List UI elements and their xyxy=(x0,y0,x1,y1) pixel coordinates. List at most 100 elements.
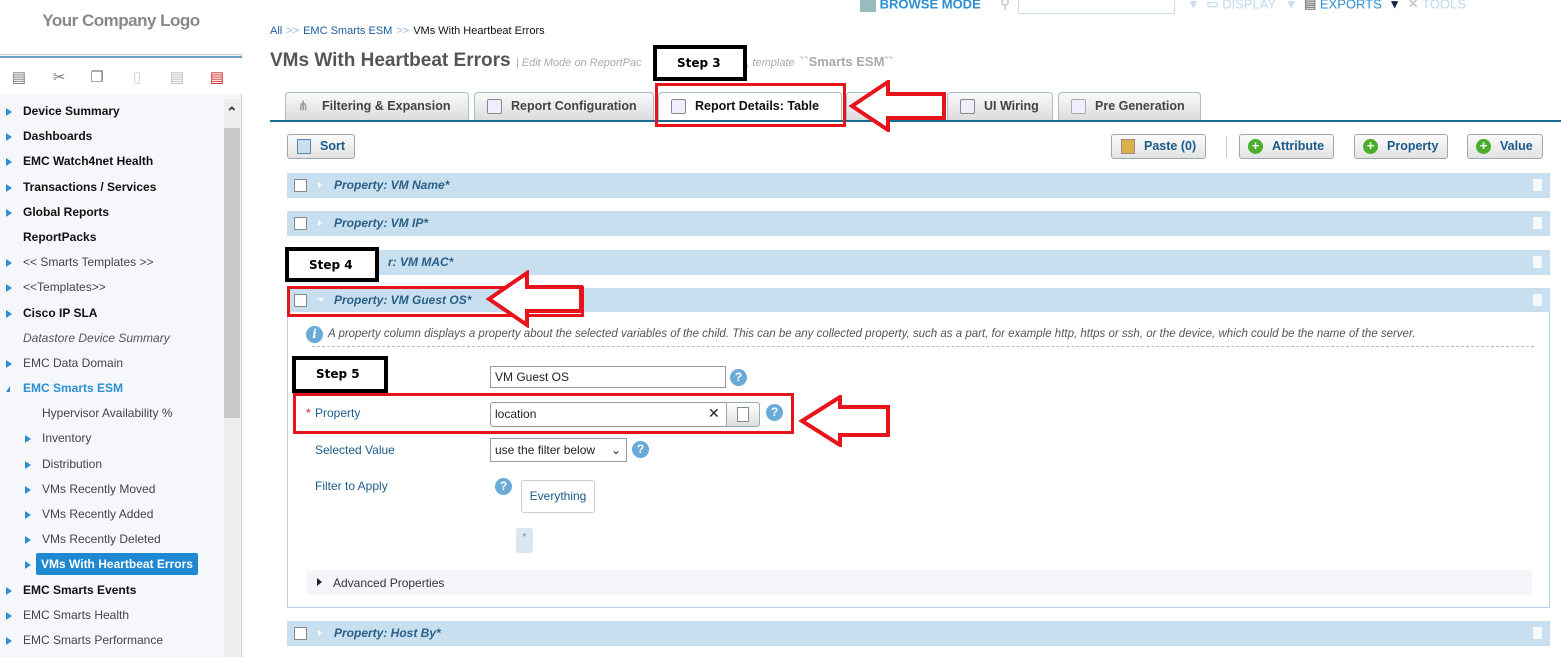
selected-value-select[interactable]: use the filter below ⌄ xyxy=(490,438,627,462)
expand-icon[interactable] xyxy=(6,259,12,268)
delete-icon[interactable]: ▤ xyxy=(208,68,226,86)
tree-item[interactable]: VMs Recently Deleted xyxy=(0,527,224,552)
expand-icon[interactable] xyxy=(25,485,31,494)
name-input[interactable]: VM Guest OS xyxy=(490,366,726,388)
expand-icon[interactable] xyxy=(318,220,322,226)
tree-item[interactable]: VMs Recently Added xyxy=(0,502,224,527)
dropdown-icon[interactable]: ▾ xyxy=(1190,0,1197,11)
tree-item[interactable]: EMC Smarts Performance xyxy=(0,628,224,653)
trash-icon[interactable] xyxy=(1533,256,1542,268)
tab-pre-generation[interactable]: Pre Generation xyxy=(1058,92,1201,120)
tree-item[interactable]: ReportPacks xyxy=(0,225,224,250)
copy-icon[interactable]: ❐ xyxy=(88,68,106,86)
trash-icon[interactable] xyxy=(1533,217,1542,229)
tree-item[interactable]: Transactions / Services xyxy=(0,175,224,200)
tree-item[interactable]: <<Templates>> xyxy=(0,275,224,300)
expand-icon[interactable] xyxy=(318,630,322,636)
search-input[interactable] xyxy=(1017,0,1175,14)
row-checkbox[interactable] xyxy=(294,627,307,640)
expand-icon[interactable] xyxy=(25,435,31,444)
expand-icon[interactable] xyxy=(25,536,31,545)
dropdown-icon[interactable]: ▾ xyxy=(1288,0,1295,11)
expand-icon[interactable] xyxy=(25,460,31,469)
link-icon[interactable]: ▤ xyxy=(168,68,186,86)
tree-item[interactable]: << Smarts Templates >> xyxy=(0,250,224,275)
expand-icon[interactable] xyxy=(6,183,12,192)
tree-item[interactable]: EMC Watch4net Health xyxy=(0,149,224,174)
chevron-down-icon: ⌄ xyxy=(610,443,621,457)
filter-label: Filter to Apply xyxy=(315,479,388,493)
expand-icon[interactable] xyxy=(25,561,31,570)
help-icon[interactable]: ? xyxy=(632,441,649,458)
scroll-up-icon[interactable]: ⌃ xyxy=(226,104,238,121)
tree-item[interactable]: Datastore Device Summary xyxy=(0,326,224,351)
info-text: A property column displays a property ab… xyxy=(328,328,1416,340)
tab-filtering-expansion[interactable]: ⋔ Filtering & Expansion xyxy=(285,92,469,120)
tree-item[interactable]: Dashboards xyxy=(0,124,224,149)
expand-icon xyxy=(317,578,322,586)
add-attribute-button[interactable]: + Attribute xyxy=(1239,134,1335,159)
tools-menu[interactable]: TOOLS xyxy=(1422,0,1466,11)
trash-icon[interactable] xyxy=(1533,179,1542,191)
selected-value-label: Selected Value xyxy=(315,443,395,457)
plus-icon: + xyxy=(1363,139,1378,154)
expand-icon[interactable] xyxy=(6,133,12,142)
tree-item[interactable]: VMs Recently Moved xyxy=(0,477,224,502)
breadcrumb-parent[interactable]: EMC Smarts ESM xyxy=(303,25,392,37)
expand-icon[interactable] xyxy=(6,586,12,595)
tree-item[interactable]: Device Summary xyxy=(0,99,224,124)
tab-ui-wiring[interactable]: UI Wiring xyxy=(947,92,1053,120)
expand-icon[interactable] xyxy=(6,284,12,293)
tree-item[interactable]: Cisco IP SLA xyxy=(0,301,224,326)
tree-item[interactable]: Global Reports xyxy=(0,200,224,225)
tree-item[interactable]: Inventory xyxy=(0,426,224,451)
exports-menu[interactable]: EXPORTS xyxy=(1320,0,1382,11)
expand-icon[interactable] xyxy=(6,611,12,620)
tree-item[interactable]: EMC Smarts Health xyxy=(0,603,224,628)
paste-button[interactable]: Paste (0) xyxy=(1111,134,1207,159)
add-value-button[interactable]: + Value xyxy=(1467,134,1543,159)
expand-icon[interactable] xyxy=(6,208,12,217)
sort-button[interactable]: Sort xyxy=(287,134,355,159)
filter-add-button[interactable]: * xyxy=(516,528,533,553)
advanced-properties-toggle[interactable]: Advanced Properties xyxy=(306,570,1532,595)
tab-report-configuration[interactable]: Report Configuration xyxy=(474,92,654,120)
expand-icon[interactable] xyxy=(318,182,322,188)
tree-item-selected[interactable]: VMs With Heartbeat Errors xyxy=(0,552,224,577)
expand-icon[interactable] xyxy=(6,636,12,645)
trash-icon[interactable] xyxy=(1533,294,1542,306)
new-report-icon[interactable]: ▤ xyxy=(10,68,28,86)
scrollbar-thumb[interactable] xyxy=(224,128,240,418)
trash-icon[interactable] xyxy=(1533,627,1542,639)
expand-icon[interactable] xyxy=(6,359,12,368)
expand-icon[interactable] xyxy=(25,511,31,519)
tree-item[interactable]: Hypervisor Availability % xyxy=(0,401,224,426)
tree-item[interactable]: EMC Data Domain xyxy=(0,351,224,376)
tree-item[interactable]: Distribution xyxy=(0,452,224,477)
tree-item[interactable]: EMC Smarts Events xyxy=(0,578,224,603)
info-icon: i xyxy=(306,326,323,343)
expand-icon[interactable] xyxy=(6,108,12,116)
browse-mode-button[interactable]: BROWSE MODE xyxy=(880,0,981,11)
filter-everything-button[interactable]: Everything xyxy=(521,480,595,513)
dropdown-icon[interactable]: ▾ xyxy=(1391,0,1398,11)
expand-icon[interactable] xyxy=(6,309,12,318)
collapse-icon[interactable] xyxy=(6,386,10,393)
property-row[interactable]: r: VM MAC* xyxy=(287,250,1550,275)
display-menu[interactable]: DISPLAY xyxy=(1222,0,1276,11)
breadcrumb-all[interactable]: All xyxy=(270,25,282,37)
row-checkbox[interactable] xyxy=(294,179,307,192)
cut-icon[interactable]: ✂ xyxy=(50,68,68,86)
help-icon[interactable]: ? xyxy=(495,478,512,495)
tree-item-emc-smarts-esm[interactable]: EMC Smarts ESM xyxy=(0,376,224,401)
display-icon: ▭ xyxy=(1206,0,1219,12)
paste-icon[interactable]: ▯ xyxy=(128,68,146,86)
highlight-box xyxy=(655,83,846,127)
add-property-button[interactable]: + Property xyxy=(1354,134,1449,159)
property-row[interactable]: Property: VM IP* xyxy=(287,211,1550,236)
property-row[interactable]: Property: VM Name* xyxy=(287,173,1550,198)
property-row[interactable]: Property: Host By* xyxy=(287,621,1550,646)
help-icon[interactable]: ? xyxy=(730,369,747,386)
row-checkbox[interactable] xyxy=(294,217,307,230)
expand-icon[interactable] xyxy=(6,158,12,167)
